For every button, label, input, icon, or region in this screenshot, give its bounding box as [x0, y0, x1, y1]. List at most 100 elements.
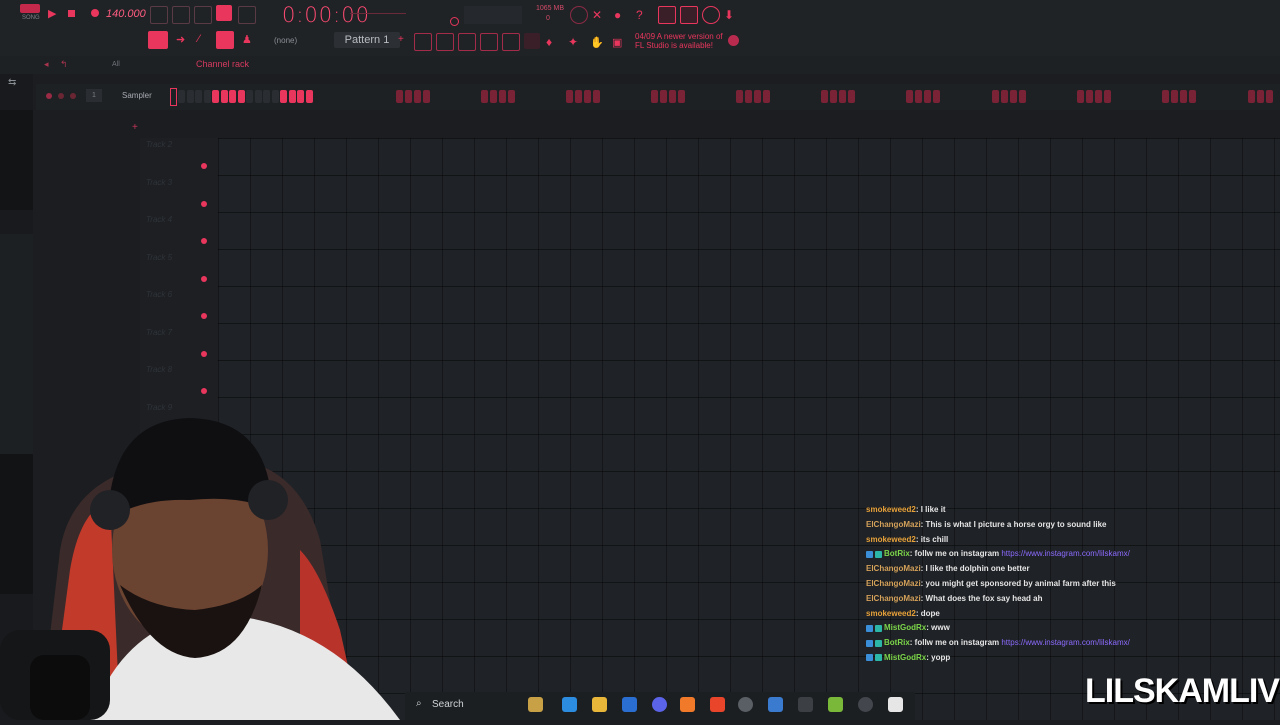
cut-icon[interactable]: ✕ — [592, 6, 608, 22]
arrow-right-icon[interactable]: ➜ — [176, 33, 185, 46]
save-icon[interactable] — [658, 6, 676, 24]
chat-username[interactable]: ElChangoMazi — [866, 594, 921, 603]
track-mute-dot[interactable] — [201, 313, 207, 319]
step-button[interactable] — [178, 90, 185, 103]
step-button[interactable] — [1171, 90, 1178, 103]
browser-folder-list[interactable] — [0, 110, 33, 210]
chat-username[interactable]: ElChangoMazi — [866, 579, 921, 588]
step-button[interactable] — [1266, 90, 1273, 103]
play-icon[interactable]: ▶ — [48, 7, 56, 20]
step-button[interactable] — [754, 90, 761, 103]
track-name[interactable]: Track 4 — [146, 215, 172, 224]
step-button[interactable] — [1189, 90, 1196, 103]
channel-mute-icon[interactable] — [46, 93, 52, 99]
track-mute-dot[interactable] — [201, 163, 207, 169]
copilot-icon[interactable] — [562, 697, 577, 712]
step-button[interactable] — [271, 90, 279, 103]
step-button[interactable] — [203, 90, 211, 103]
track-name[interactable]: Track 7 — [146, 328, 172, 337]
step-button[interactable] — [1010, 90, 1017, 103]
mixer-view-icon[interactable] — [480, 33, 498, 51]
chat-username[interactable]: ElChangoMazi — [866, 520, 921, 529]
chat-username[interactable]: BotRix — [884, 638, 910, 647]
draw-tool-icon[interactable] — [216, 31, 234, 49]
brush-icon[interactable]: ⁄ — [198, 33, 200, 45]
channel-name-button[interactable]: Sampler — [122, 91, 152, 100]
discord-icon[interactable] — [652, 697, 667, 712]
channel-number[interactable]: 1 — [86, 89, 102, 102]
piano-roll-icon[interactable] — [436, 33, 454, 51]
track-mute-dot[interactable] — [201, 275, 207, 282]
pat-song-toggle[interactable] — [20, 4, 40, 13]
track-mute-dot[interactable] — [201, 388, 207, 394]
step-button[interactable] — [490, 90, 497, 103]
4k-icon[interactable] — [858, 697, 873, 712]
step-button[interactable] — [297, 90, 304, 103]
step-button[interactable] — [396, 90, 403, 103]
channel-rack-icon[interactable] — [458, 33, 476, 51]
step-button[interactable] — [1180, 90, 1187, 103]
step-button[interactable] — [906, 90, 913, 103]
tray-icon[interactable] — [888, 697, 903, 712]
rack-options-icon[interactable]: ◂ — [44, 59, 49, 70]
chat-link[interactable]: https://www.instagram.com/lilskamx/ — [1001, 549, 1129, 558]
track-mute-dot[interactable] — [201, 350, 207, 357]
playlist-snap-icon[interactable] — [148, 31, 168, 49]
track-name[interactable]: Track 3 — [146, 178, 172, 187]
step-button[interactable] — [593, 90, 600, 103]
taskbar-search[interactable]: Search — [432, 699, 464, 710]
add-pattern-icon[interactable]: + — [398, 34, 404, 45]
step-button[interactable] — [414, 90, 421, 103]
plug-icon[interactable]: ♦ — [546, 33, 562, 49]
time-display[interactable]: 0:00:00 — [282, 3, 370, 27]
step-button[interactable] — [1019, 90, 1026, 103]
step-button[interactable] — [575, 90, 582, 103]
chat-username[interactable]: smokeweed2 — [866, 505, 916, 514]
step-button[interactable] — [821, 90, 828, 103]
step-button[interactable] — [1257, 90, 1264, 103]
app-icon[interactable] — [798, 697, 813, 712]
step-button[interactable] — [499, 90, 506, 103]
step-button[interactable] — [839, 90, 846, 103]
wait-input-icon[interactable] — [172, 6, 190, 24]
metronome-icon[interactable] — [150, 6, 168, 24]
step-button[interactable] — [237, 90, 245, 103]
mixer-icon[interactable] — [680, 6, 698, 24]
step-button[interactable] — [1248, 90, 1255, 103]
widget-icon[interactable] — [528, 697, 543, 712]
step-button[interactable] — [186, 90, 194, 103]
track-name[interactable]: Track 2 — [146, 140, 172, 149]
step-button[interactable] — [246, 90, 253, 103]
track-name[interactable]: Track 5 — [146, 253, 172, 262]
chat-icon[interactable] — [702, 6, 720, 24]
step-button[interactable] — [1086, 90, 1093, 103]
track-name[interactable]: Track 8 — [146, 365, 172, 374]
step-button[interactable] — [254, 90, 262, 103]
step-button[interactable] — [915, 90, 922, 103]
step-button[interactable] — [1104, 90, 1111, 103]
undo-icon[interactable] — [570, 6, 588, 24]
step-button[interactable] — [584, 90, 591, 103]
chat-link[interactable]: https://www.instagram.com/lilskamx/ — [1001, 638, 1129, 647]
step-button[interactable] — [508, 90, 515, 103]
track-name[interactable]: Track 6 — [146, 290, 172, 299]
pattern-selector[interactable]: Pattern 1 — [334, 32, 400, 48]
step-button[interactable] — [1001, 90, 1008, 103]
channel-pan-knob[interactable] — [58, 93, 64, 99]
step-button[interactable] — [566, 90, 573, 103]
shop-icon[interactable]: ▣ — [612, 33, 628, 49]
loop-record-icon[interactable] — [238, 6, 256, 24]
none-selector[interactable]: (none) — [274, 36, 297, 45]
brave-icon[interactable] — [710, 697, 725, 712]
step-button[interactable] — [195, 90, 202, 103]
tempo-display[interactable]: 140.000 — [106, 8, 146, 20]
step-button[interactable] — [678, 90, 685, 103]
step-button[interactable] — [763, 90, 770, 103]
step-button[interactable] — [423, 90, 430, 103]
browser-icon[interactable] — [502, 33, 520, 51]
step-button[interactable] — [830, 90, 837, 103]
download-icon[interactable]: ⬇ — [724, 6, 740, 22]
obs-icon[interactable] — [738, 697, 753, 712]
step-button[interactable] — [288, 90, 296, 103]
step-edit-icon[interactable] — [216, 5, 232, 21]
